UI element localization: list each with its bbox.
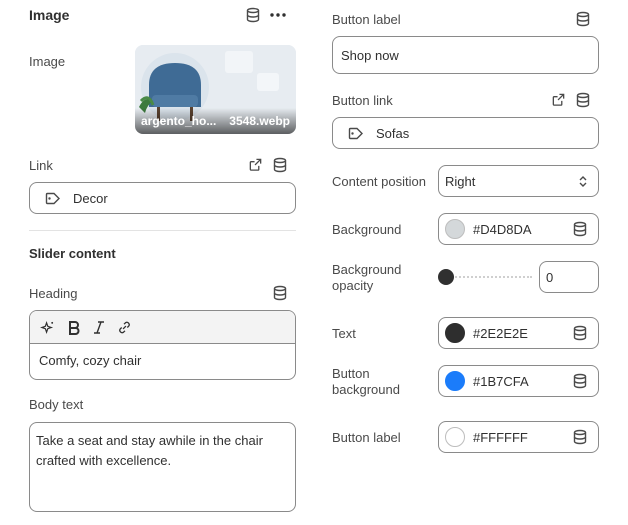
body-text-field[interactable]: Take a seat and stay awhile in the chair… (29, 422, 296, 512)
content-position-select[interactable]: Right (438, 165, 599, 197)
opacity-slider-handle[interactable] (438, 269, 454, 285)
text-color-field[interactable]: #2E2E2E (438, 317, 599, 349)
external-link-icon[interactable] (248, 157, 263, 172)
text-color-swatch[interactable] (445, 323, 465, 343)
left-column: Image Image argento_ho... 3548.webp Link (29, 0, 296, 525)
button-label-label: Button label (332, 12, 401, 27)
button-label-color-value: #FFFFFF (473, 429, 528, 445)
tag-icon (347, 126, 364, 141)
tag-icon (44, 191, 61, 206)
database-icon[interactable] (572, 429, 588, 445)
background-opacity-label-2: opacity (332, 278, 374, 293)
rte-toolbar (30, 311, 295, 344)
content-position-value: Right (445, 173, 476, 189)
link-field[interactable]: Decor (29, 182, 296, 214)
chevron-updown-icon (577, 174, 589, 189)
database-icon[interactable] (272, 285, 288, 301)
database-icon[interactable] (572, 221, 588, 237)
database-icon[interactable] (272, 157, 288, 173)
body-text-label: Body text (29, 397, 84, 412)
button-link-value: Sofas (376, 125, 410, 141)
button-label-value: Shop now (341, 47, 399, 63)
link-value: Decor (73, 190, 108, 206)
heading-rich-text-editor[interactable]: Comfy, cozy chair (29, 310, 296, 380)
database-icon[interactable] (245, 7, 261, 23)
more-icon[interactable] (269, 7, 287, 23)
button-label-color-swatch[interactable] (445, 427, 465, 447)
database-icon[interactable] (575, 92, 591, 108)
text-color-value: #2E2E2E (473, 325, 528, 341)
image-file-ext: 3548.webp (229, 114, 290, 128)
database-icon[interactable] (575, 11, 591, 27)
button-background-color-field[interactable]: #1B7CFA (438, 365, 599, 397)
background-color-swatch[interactable] (445, 219, 465, 239)
bold-icon[interactable] (67, 320, 81, 335)
background-label: Background (332, 222, 402, 237)
background-color-value: #D4D8DA (473, 221, 532, 237)
image-file-name: argento_ho... (141, 114, 217, 128)
background-color-field[interactable]: #D4D8DA (438, 213, 599, 245)
button-background-color-swatch[interactable] (445, 371, 465, 391)
button-background-color-value: #1B7CFA (473, 373, 529, 389)
button-label-input[interactable]: Shop now (332, 36, 599, 74)
link-label: Link (29, 158, 53, 173)
database-icon[interactable] (572, 373, 588, 389)
italic-icon[interactable] (93, 320, 105, 335)
opacity-value: 0 (546, 269, 554, 285)
section-title-image: Image (29, 7, 70, 23)
background-opacity-label-1: Background (332, 262, 402, 277)
link-icon[interactable] (117, 320, 132, 335)
image-thumbnail[interactable]: argento_ho... 3548.webp (135, 45, 296, 134)
section-title-slider-content: Slider content (29, 246, 116, 261)
button-label-color-field[interactable]: #FFFFFF (438, 421, 599, 453)
button-link-field[interactable]: Sofas (332, 117, 599, 149)
heading-value[interactable]: Comfy, cozy chair (30, 344, 295, 377)
opacity-input[interactable]: 0 (539, 261, 599, 293)
sparkle-icon[interactable] (40, 320, 55, 335)
external-link-icon[interactable] (551, 92, 566, 107)
database-icon[interactable] (572, 325, 588, 341)
section-divider (29, 230, 296, 231)
image-label: Image (29, 54, 66, 69)
content-position-label: Content position (332, 174, 426, 189)
heading-label: Heading (29, 286, 78, 301)
button-link-label: Button link (332, 93, 393, 108)
